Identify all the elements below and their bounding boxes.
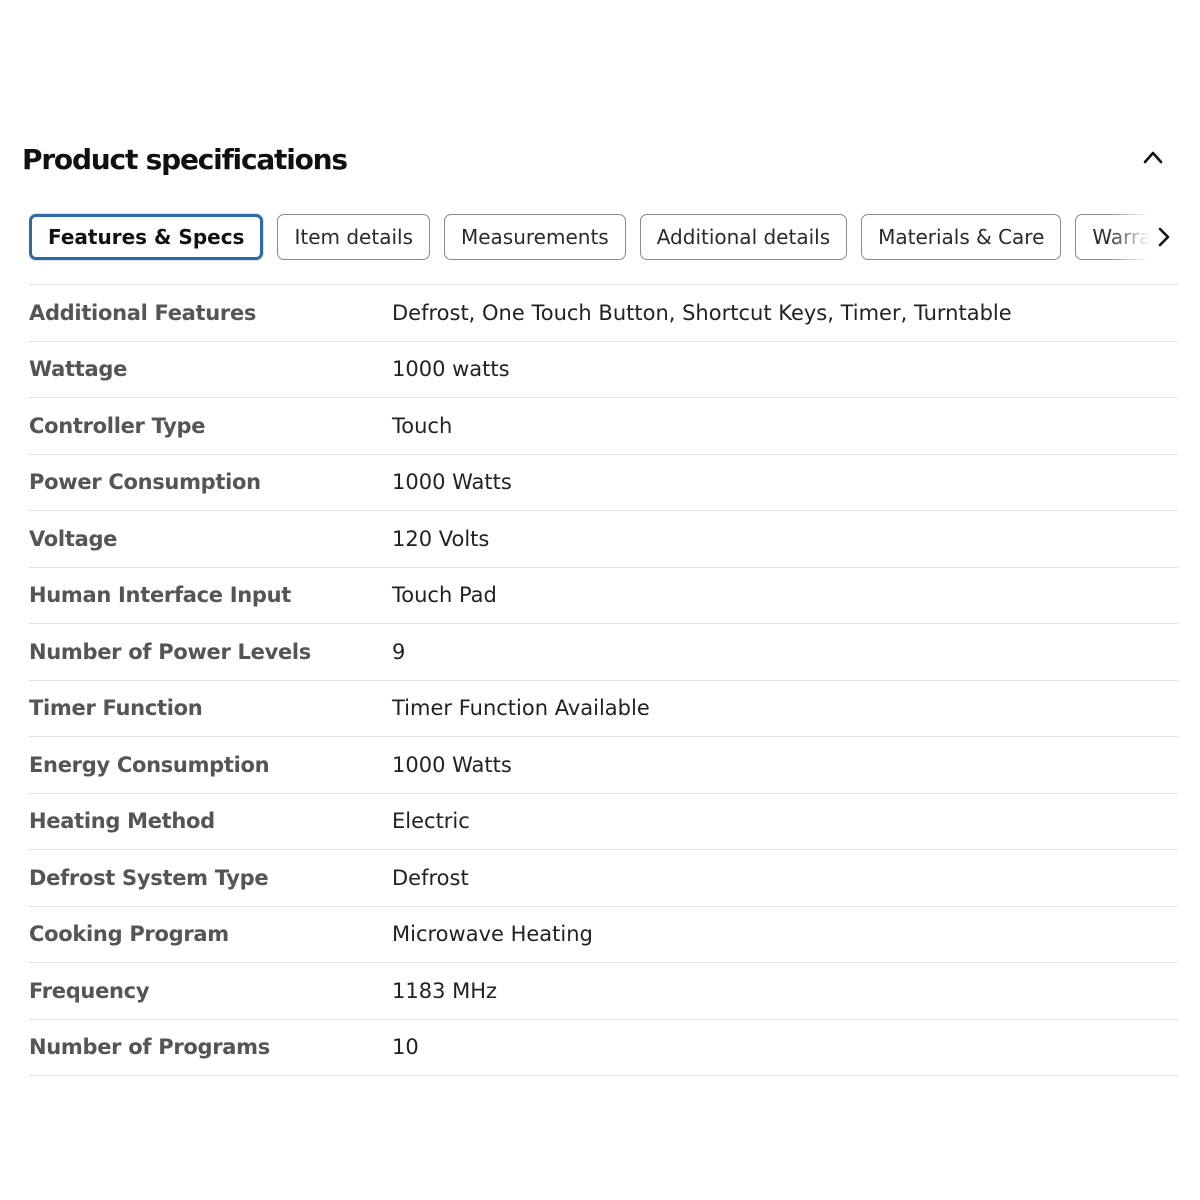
spec-value: Defrost	[392, 865, 469, 890]
spec-label: Energy Consumption	[29, 752, 270, 777]
spec-value: Microwave Heating	[392, 922, 593, 947]
specs-header: Product specifications	[22, 140, 1178, 184]
spec-value: 1000 Watts	[392, 470, 512, 495]
spec-value: Timer Function Available	[392, 696, 650, 721]
spec-label: Number of Programs	[29, 1035, 270, 1060]
spec-value: Touch Pad	[392, 583, 497, 608]
spec-row: Additional Features Defrost, One Touch Bu…	[29, 284, 1178, 342]
spec-value: 1183 MHz	[392, 978, 498, 1003]
spec-row: Cooking Program Microwave Heating	[29, 906, 1178, 963]
spec-row: Timer Function Timer Function Available	[29, 680, 1178, 737]
spec-label: Wattage	[29, 357, 128, 382]
tab-features-specs[interactable]: Features & Specs	[29, 214, 264, 260]
spec-label: Number of Power Levels	[29, 639, 312, 664]
tabs-next-button[interactable]	[1152, 222, 1176, 252]
spec-value: Defrost, One Touch Button, Shortcut Keys…	[392, 300, 1012, 325]
section-title: Product specifications	[22, 143, 348, 176]
spec-row: Frequency 1183 MHz	[29, 962, 1178, 1020]
spec-row: Human Interface Input Touch Pad	[29, 567, 1178, 624]
tab-item-details[interactable]: Item details	[277, 214, 430, 260]
spec-label: Heating Method	[29, 809, 215, 834]
spec-label: Additional Features	[29, 300, 257, 325]
spec-label: Defrost System Type	[29, 865, 269, 890]
spec-tabs: Features & Specs Item details Measurements…	[29, 212, 1178, 262]
spec-row: Number of Power Levels 9	[29, 623, 1178, 681]
spec-label: Human Interface Input	[29, 583, 292, 608]
tab-additional-details[interactable]: Additional details	[639, 214, 848, 260]
spec-value: Electric	[392, 809, 470, 834]
spec-label: Cooking Program	[29, 922, 229, 947]
spec-table: Additional Features Defrost, One Touch Bu…	[29, 284, 1178, 1076]
spec-value: 1000 Watts	[392, 752, 512, 777]
tab-list: Features & Specs Item details Measurements…	[29, 212, 1178, 262]
chevron-up-icon	[1143, 151, 1163, 164]
spec-row: Wattage 1000 watts	[29, 341, 1178, 398]
spec-row: Energy Consumption 1000 Watts	[29, 736, 1178, 794]
spec-row: Heating Method Electric	[29, 793, 1178, 850]
tab-measurements[interactable]: Measurements	[443, 214, 626, 260]
spec-value: 1000 watts	[392, 357, 510, 382]
spec-value: 120 Volts	[392, 526, 490, 551]
spec-row: Number of Programs 10	[29, 1019, 1178, 1076]
spec-value: 10	[392, 1035, 419, 1060]
spec-label: Power Consumption	[29, 470, 261, 495]
spec-row: Power Consumption 1000 Watts	[29, 454, 1178, 511]
spec-label: Voltage	[29, 526, 118, 551]
tab-materials-care[interactable]: Materials & Care	[861, 214, 1062, 260]
spec-row: Defrost System Type Defrost	[29, 849, 1178, 907]
chevron-right-icon	[1158, 227, 1170, 247]
spec-row: Controller Type Touch	[29, 397, 1178, 455]
spec-value: 9	[392, 639, 406, 664]
spec-value: Touch	[392, 413, 453, 438]
spec-label: Timer Function	[29, 696, 203, 721]
spec-row: Voltage 120 Volts	[29, 510, 1178, 568]
collapse-button[interactable]	[1138, 142, 1168, 172]
spec-label: Controller Type	[29, 413, 206, 438]
spec-label: Frequency	[29, 978, 150, 1003]
